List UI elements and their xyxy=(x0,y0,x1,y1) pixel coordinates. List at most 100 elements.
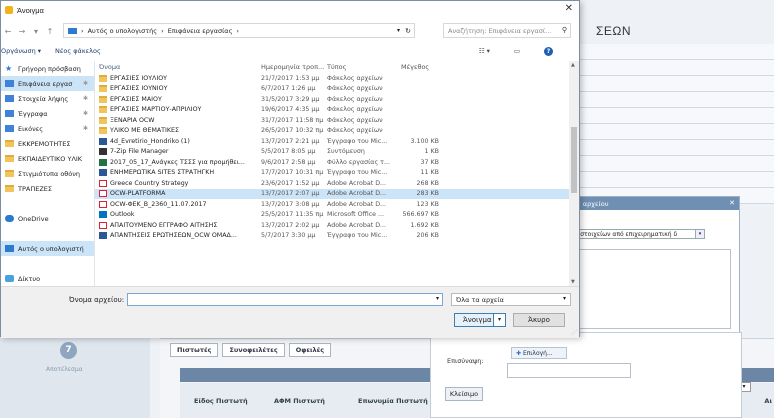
this-pc-icon xyxy=(5,245,14,252)
sidebar-item[interactable]: Εικόνες ✱ xyxy=(1,121,94,136)
document-type-select[interactable]: ν στοιχείων από επιχειρηματική δ xyxy=(571,229,703,239)
attachment-filename-field[interactable] xyxy=(507,363,631,378)
file-name-cell: ΑΠΑΙΤΟΥΜΕΝΟ ΕΓΓΡΑΦΟ ΑΙΤΗΣΗΣ xyxy=(95,221,261,229)
folder-file-icon xyxy=(99,106,107,114)
filename-label: Όνομα αρχείου: xyxy=(69,296,125,304)
sidebar-item[interactable]: Δίκτυο xyxy=(1,271,94,286)
tab-co-debtors[interactable]: Συνοφειλέτες xyxy=(222,343,285,357)
sidebar-item[interactable]: Έγγραφα ✱ xyxy=(1,106,94,121)
cancel-button[interactable]: Άκυρο xyxy=(513,313,565,327)
filename-input[interactable]: ▾ xyxy=(127,293,443,306)
file-row[interactable]: 7-Zip File Manager 5/5/2017 8:05 μμ Συντόμ… xyxy=(95,147,571,158)
col-creditor-afm[interactable]: ΑΦΜ Πιστωτή xyxy=(274,397,358,405)
chevron-down-icon[interactable]: ▾ xyxy=(695,229,705,239)
file-row[interactable]: OCW-ΦΕΚ_Β_2360_11.07.2017 13/7/2017 3:08 … xyxy=(95,199,571,210)
file-name: ΑΠΑΙΤΟΥΜΕΝΟ ΕΓΓΡΑΦΟ ΑΙΤΗΣΗΣ xyxy=(110,221,218,229)
sidebar-item[interactable]: Επιφάνεια εργασ ✱ xyxy=(1,76,94,91)
tab-creditors[interactable]: Πιστωτές xyxy=(170,343,219,357)
breadcrumb-this-pc[interactable]: Αυτός ο υπολογιστής xyxy=(88,27,158,35)
new-folder-button[interactable]: Νέος φάκελος xyxy=(55,47,101,55)
file-row[interactable]: 2017_05_17_Ανάγκες ΤΣΣΣ για προμήθει... 9… xyxy=(95,157,571,168)
sidebar-item[interactable]: Στοιχεία λήψης ✱ xyxy=(1,91,94,106)
address-bar[interactable]: › Αυτός ο υπολογιστής › Επιφάνεια εργασί… xyxy=(63,23,415,38)
file-type: Φάκελος αρχείων xyxy=(327,106,383,114)
file-row[interactable]: ΑΠΑΙΤΟΥΜΕΝΟ ΕΓΓΡΑΦΟ ΑΙΤΗΣΗΣ 13/7/2017 2:0… xyxy=(95,220,571,231)
file-row[interactable]: 4d_Evretirio_Hondriko (1) 13/7/2017 2:21 … xyxy=(95,136,571,147)
sidebar-item-label: Αυτός ο υπολογιστή xyxy=(18,244,84,253)
refresh-icon[interactable]: ↻ xyxy=(405,27,411,35)
back-icon[interactable]: ← xyxy=(1,27,15,36)
file-row[interactable]: ΥΛΙΚΟ ΜΕ ΘΕΜΑΤΙΚΕΣ 26/5/2017 10:32 πμ Φάκε… xyxy=(95,126,571,137)
filetype-select[interactable]: Όλα τα αρχεία ▾ xyxy=(451,293,571,306)
close-icon[interactable]: ✕ xyxy=(565,3,573,14)
dialog-footer: Όνομα αρχείου: ▾ Όλα τα αρχεία ▾ Άνοιγμα… xyxy=(1,286,579,338)
file-row[interactable]: ΕΝΗΜΕΡΩΤΙΚΑ SITES ΣΤΡΑΤΗΓΚΗ 17/7/2017 10:… xyxy=(95,168,571,179)
pin-icon[interactable]: ✱ xyxy=(83,125,94,132)
vertical-scrollbar[interactable]: ▲ ▼ xyxy=(569,61,579,286)
pin-icon[interactable]: ✱ xyxy=(83,95,94,102)
tab-debts[interactable]: Οφειλές xyxy=(288,343,332,357)
file-date: 31/5/2017 3:29 μμ xyxy=(261,95,320,103)
preview-pane-icon[interactable]: ▭ xyxy=(514,47,520,56)
file-row[interactable]: Outlook 25/5/2017 11:35 πμ Microsoft Offic… xyxy=(95,210,571,221)
col-creditor-type[interactable]: Είδος Πιστωτή xyxy=(194,397,274,405)
pin-icon[interactable]: ✱ xyxy=(83,110,94,117)
file-date: 13/7/2017 2:21 μμ xyxy=(261,137,320,145)
documents-icon xyxy=(5,110,14,117)
sidebar-item[interactable]: Στιγμιότυπα οθόνη xyxy=(1,166,94,181)
col-cut-label[interactable]: Αι xyxy=(764,397,772,405)
scrollbar-thumb[interactable] xyxy=(571,127,577,193)
breadcrumb-desktop[interactable]: Επιφάνεια εργασίας xyxy=(168,27,233,35)
col-date[interactable]: Ημερομηνία τροπ... xyxy=(261,63,327,71)
sidebar-item[interactable]: ΕΚΚΡΕΜΟΤΗΤΕΣ xyxy=(1,136,94,151)
search-input[interactable]: Αναζήτηση: Επιφάνεια εργασί... ⚲ xyxy=(443,23,571,38)
file-name-cell: ΕΝΗΜΕΡΩΤΙΚΑ SITES ΣΤΡΑΤΗΓΚΗ xyxy=(95,169,261,177)
close-icon[interactable]: ✕ xyxy=(729,199,735,207)
scroll-up-icon[interactable]: ▲ xyxy=(571,62,575,68)
step-number-badge[interactable]: 7 xyxy=(60,342,77,359)
forward-icon[interactable]: → xyxy=(15,27,29,36)
search-icon[interactable]: ⚲ xyxy=(562,26,567,34)
organize-button[interactable]: Οργάνωση ▾ xyxy=(1,47,41,55)
file-date: 21/7/2017 1:53 μμ xyxy=(261,74,320,82)
scroll-down-icon[interactable]: ▼ xyxy=(571,279,575,285)
file-row[interactable]: ΕΡΓΑΣΙΕΣ ΜΑΙΟΥ 31/5/2017 3:29 μμ Φάκελος α… xyxy=(95,94,571,105)
col-size[interactable]: Μέγεθος xyxy=(397,63,439,71)
dropdown-history-icon[interactable]: ▾ xyxy=(29,27,43,36)
file-row[interactable]: OCW-PLATFORMA 13/7/2017 2:07 μμ Adobe Acro… xyxy=(95,188,571,199)
browse-button[interactable]: ✚ Επιλογή... xyxy=(511,347,567,359)
sidebar-item[interactable]: ΕΚΠΑΙΔΕΥΤΙΚΟ ΥΛΙΚ xyxy=(1,151,94,166)
sidebar-item[interactable]: Αυτός ο υπολογιστή xyxy=(1,241,94,256)
filetype-value: Όλα τα αρχεία xyxy=(456,296,504,304)
file-row[interactable]: Greece Country Strategy 23/6/2017 1:52 μμ… xyxy=(95,178,571,189)
file-name-cell: ΕΡΓΑΣΙΕΣ ΙΟΥΝΙΟΥ xyxy=(95,85,261,93)
view-options-icon[interactable]: ☷ ▾ xyxy=(479,47,490,56)
file-row[interactable]: ΞΕΝΑΡΙΑ OCW 31/7/2017 11:58 πμ Φάκελος αρχ… xyxy=(95,115,571,126)
open-options-icon[interactable]: ▾ xyxy=(493,314,505,326)
file-row[interactable]: ΕΡΓΑΣΙΕΣ ΜΑΡΤΙΟΥ-ΑΠΡΙΛΙΟΥ 19/6/2017 4:35 … xyxy=(95,105,571,116)
sidebar-item[interactable]: OneDrive xyxy=(1,211,94,226)
open-button[interactable]: Άνοιγμα ▾ xyxy=(454,313,506,327)
file-name-cell: ΕΡΓΑΣΙΕΣ ΜΑΙΟΥ xyxy=(95,95,261,103)
up-icon[interactable]: ↑ xyxy=(43,27,57,36)
file-type: Συντόμευση xyxy=(327,148,365,156)
description-textarea[interactable] xyxy=(571,249,731,329)
file-name: OCW-PLATFORMA xyxy=(110,190,166,198)
file-row[interactable]: ΕΡΓΑΣΙΕΣ ΙΟΥΝΙΟΥ 6/7/2017 1:26 μμ Φάκελος … xyxy=(95,84,571,95)
resize-grip-icon[interactable]: ⋰ xyxy=(571,329,577,336)
chevron-down-icon[interactable]: ▾ xyxy=(397,27,400,34)
chevron-down-icon[interactable]: ▾ xyxy=(436,295,439,302)
close-button[interactable]: Κλείσιμο xyxy=(445,387,483,401)
col-type[interactable]: Τύπος xyxy=(327,63,397,71)
pin-icon[interactable]: ✱ xyxy=(83,80,94,87)
col-name[interactable]: Όνομα xyxy=(95,63,261,71)
file-row[interactable]: ΑΠΑΝΤΗΣΕΙΣ ΕΡΩΤΗΣΕΩΝ_OCW ΟΜΑΔ... 5/7/2017… xyxy=(95,231,571,242)
chevron-down-icon[interactable]: ▾ xyxy=(563,295,566,302)
file-row[interactable]: ΕΡΓΑΣΙΕΣ ΙΟΥΛΙΟΥ 21/7/2017 1:53 μμ Φάκελος… xyxy=(95,73,571,84)
search-placeholder: Αναζήτηση: Επιφάνεια εργασί... xyxy=(448,27,552,35)
folder-file-icon xyxy=(99,74,107,82)
sidebar-item[interactable]: ΤΡΑΠΕΖΕΣ xyxy=(1,181,94,196)
help-icon[interactable]: ? xyxy=(544,46,553,56)
sidebar-item[interactable]: ★ Γρήγορη πρόσβαση xyxy=(1,61,94,76)
dialog-titlebar[interactable]: Άνοιγμα ✕ xyxy=(1,1,579,19)
